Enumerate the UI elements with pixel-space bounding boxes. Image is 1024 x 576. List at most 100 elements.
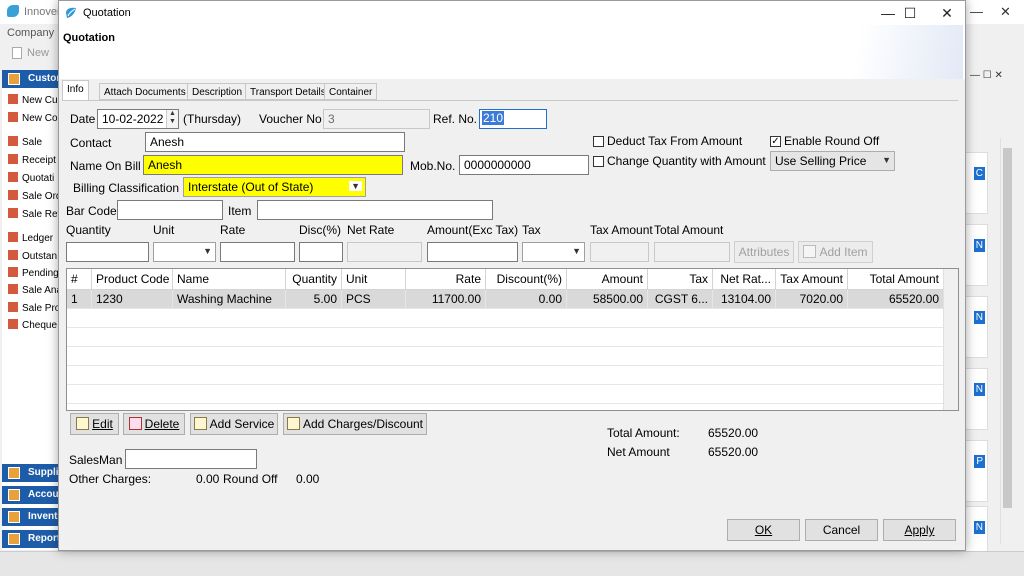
minimize-icon[interactable]: — — [970, 4, 983, 19]
amount-exc-tax-input[interactable] — [427, 242, 518, 262]
cell-net-rate: 13104.00 — [713, 290, 776, 309]
sidebar-item[interactable]: Sale — [8, 136, 59, 148]
tab-transport-details[interactable]: Transport Details — [245, 83, 331, 100]
enable-round-off-label[interactable]: Enable Round Off — [784, 134, 879, 148]
sidebar-item[interactable]: Quotati — [8, 172, 59, 184]
delete-button[interactable]: Delete — [123, 413, 185, 435]
column-header[interactable]: Quantity — [286, 269, 342, 290]
column-header[interactable]: Unit — [342, 269, 406, 290]
ok-button[interactable]: OK — [727, 519, 800, 541]
table-row[interactable]: 1 1230 Washing Machine 5.00 PCS 11700.00… — [67, 290, 944, 309]
ref-no-field[interactable]: 210 — [479, 109, 547, 129]
edit-button[interactable]: Edit — [70, 413, 119, 435]
restore-icon[interactable]: ☐ — [983, 70, 992, 81]
column-header[interactable]: Tax — [648, 269, 713, 290]
background-scrollbar[interactable] — [1000, 138, 1013, 544]
voucher-no-field: 3 — [323, 109, 430, 129]
tab-container[interactable]: Container — [324, 83, 378, 100]
tab-attach-documents[interactable]: Attach Documents — [99, 83, 191, 100]
sidebar-item[interactable]: Receipt — [8, 154, 59, 166]
cancel-button[interactable]: Cancel — [805, 519, 878, 541]
deduct-tax-checkbox[interactable] — [593, 136, 604, 147]
dialog-header: Quotation — [63, 32, 115, 44]
change-quantity-label[interactable]: Change Quantity with Amount — [607, 154, 766, 168]
sidebar-item[interactable]: Sale Pro — [8, 302, 59, 314]
toolbar-new-button[interactable]: New — [12, 47, 49, 60]
tax-select[interactable]: ▼ — [522, 242, 585, 262]
edit-icon — [76, 417, 90, 430]
date-spinner[interactable]: ▲ ▼ — [166, 110, 178, 128]
contact-field[interactable]: Anesh — [145, 132, 405, 152]
attributes-button[interactable]: Attributes — [734, 241, 794, 263]
unit-select[interactable]: ▼ — [153, 242, 216, 262]
sidebar-item[interactable]: Cheque — [8, 319, 59, 331]
name-on-bill-field[interactable]: Anesh — [143, 155, 403, 175]
column-header[interactable]: Amount — [567, 269, 648, 290]
minimize-icon[interactable]: — — [970, 70, 980, 81]
total-amount-summary-label: Total Amount: — [607, 426, 680, 440]
items-grid[interactable]: # Product Code Name Quantity Unit Rate D… — [66, 268, 959, 411]
sidebar-item[interactable]: Ledger — [8, 232, 59, 244]
sidebar-item[interactable]: New Cu — [8, 94, 59, 106]
report-icon — [8, 319, 18, 329]
item-field[interactable] — [257, 200, 493, 220]
table-row-empty[interactable] — [67, 366, 944, 385]
close-button[interactable]: ✕ — [928, 1, 966, 25]
sidebar-item[interactable]: Outstan — [8, 250, 59, 262]
quantity-label: Quantity — [66, 223, 111, 237]
close-icon[interactable]: ✕ — [995, 70, 1003, 81]
sidebar-item[interactable]: New Co — [8, 112, 59, 124]
deduct-tax-label[interactable]: Deduct Tax From Amount — [607, 134, 742, 148]
quantity-input[interactable] — [66, 242, 149, 262]
cell-name: Washing Machine — [173, 290, 286, 309]
dialog-title-bar: Quotation — ☐ ✕ — [59, 1, 965, 25]
chevron-up-icon[interactable]: ▲ — [167, 110, 178, 118]
chevron-down-icon[interactable]: ▼ — [167, 118, 178, 126]
sidebar-header[interactable]: Report — [2, 530, 59, 548]
sidebar-header[interactable]: Accoun — [2, 486, 59, 504]
column-header[interactable]: Rate — [406, 269, 486, 290]
sidebar-header[interactable]: Supplie — [2, 464, 59, 482]
table-row-empty[interactable] — [67, 347, 944, 366]
table-row-empty[interactable] — [67, 309, 944, 328]
sidebar-item[interactable]: Sale Ret — [8, 208, 59, 220]
price-mode-select[interactable]: Use Selling Price ▼ — [770, 151, 895, 171]
customer-icon — [8, 73, 20, 85]
column-header[interactable]: Name — [173, 269, 286, 290]
sidebar-header-customer[interactable]: Custom — [2, 70, 59, 88]
total-amount-input — [654, 242, 730, 262]
sidebar-item[interactable]: Sale Ord — [8, 190, 59, 202]
discount-input[interactable] — [299, 242, 343, 262]
billing-classification-select[interactable]: Interstate (Out of State) ▼ — [183, 177, 366, 197]
column-header[interactable]: Discount(%) — [486, 269, 567, 290]
close-icon[interactable]: ✕ — [1000, 4, 1011, 20]
column-header[interactable]: Total Amount — [848, 269, 944, 290]
salesman-field[interactable] — [125, 449, 257, 469]
mobile-field[interactable]: 0000000000 — [459, 155, 589, 175]
column-header[interactable]: Product Code — [92, 269, 173, 290]
column-header[interactable]: Tax Amount — [776, 269, 848, 290]
add-item-button[interactable]: Add Item — [798, 241, 873, 263]
barcode-field[interactable] — [117, 200, 223, 220]
add-service-button[interactable]: Add Service — [190, 413, 278, 435]
sidebar-item[interactable]: Sale Ana — [8, 284, 59, 296]
sidebar-header[interactable]: Invent — [2, 508, 59, 526]
menu-company[interactable]: Company — [7, 27, 54, 39]
grid-scrollbar[interactable] — [943, 269, 958, 410]
apply-button[interactable]: Apply — [883, 519, 956, 541]
table-row-empty[interactable] — [67, 328, 944, 347]
add-charges-discount-button[interactable]: Add Charges/Discount — [283, 413, 427, 435]
reports-icon — [8, 533, 20, 545]
maximize-button[interactable]: ☐ — [891, 1, 929, 25]
table-row-empty[interactable] — [67, 385, 944, 404]
column-header[interactable]: # — [67, 269, 92, 290]
tab-description[interactable]: Description — [187, 83, 248, 100]
change-quantity-checkbox[interactable] — [593, 156, 604, 167]
date-field[interactable]: 10-02-2022 ▲ ▼ — [97, 109, 179, 129]
enable-round-off-checkbox[interactable]: ✓ — [770, 136, 781, 147]
rate-input[interactable] — [220, 242, 295, 262]
scrollbar-thumb[interactable] — [1003, 148, 1012, 508]
tab-info[interactable]: Info — [62, 80, 89, 101]
sidebar-item[interactable]: Pending — [8, 267, 59, 279]
column-header[interactable]: Net Rat... — [713, 269, 776, 290]
